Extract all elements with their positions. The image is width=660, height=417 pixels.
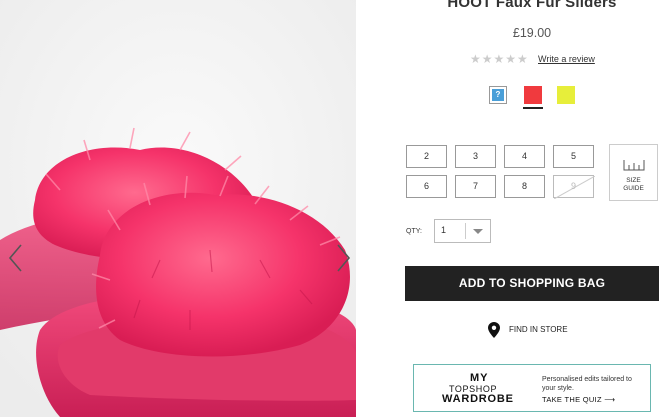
size-guide-label: SIZE GUIDE [623, 177, 644, 192]
map-pin-icon [488, 322, 500, 338]
find-in-store-label: FIND IN STORE [509, 325, 568, 334]
size-option-3[interactable]: 3 [455, 145, 496, 168]
take-quiz-link[interactable]: TAKE THE QUIZ ⟶ [542, 395, 615, 404]
size-option-7[interactable]: 7 [455, 175, 496, 198]
banner-logo-line3: WARDROBE [442, 393, 514, 405]
write-review-link[interactable]: Write a review [538, 54, 595, 64]
product-title: HOOT Faux Fur Sliders [447, 0, 617, 11]
banner-logo-line1: MY [470, 372, 489, 384]
size-option-4[interactable]: 4 [504, 145, 545, 168]
colour-swatch-unknown[interactable]: ? [489, 86, 507, 104]
size-label: 9 [570, 181, 576, 191]
quantity-label: QTY: [406, 228, 422, 235]
size-option-9-unavailable[interactable]: 9 [553, 175, 595, 199]
add-to-bag-button[interactable]: ADD TO SHOPPING BAG [405, 266, 659, 301]
colour-swatch-yellow[interactable] [557, 86, 575, 104]
size-option-2[interactable]: 2 [406, 145, 447, 168]
quantity-value: 1 [441, 225, 447, 235]
product-price: £19.00 [512, 26, 552, 40]
product-photo [0, 0, 356, 417]
chevron-down-icon [473, 229, 483, 234]
product-image-gallery [0, 0, 356, 417]
ruler-icon [623, 160, 644, 171]
banner-description: Personalised edits tailored to your styl… [542, 376, 632, 392]
size-option-8[interactable]: 8 [504, 175, 545, 198]
rating-stars: ★★★★★ [470, 52, 529, 66]
selected-swatch-indicator [523, 107, 543, 109]
chevron-left-icon[interactable] [6, 243, 26, 273]
my-wardrobe-banner[interactable]: MY TOPSHOP WARDROBE Personalised edits t… [413, 364, 651, 412]
question-mark-icon: ? [492, 89, 504, 101]
chevron-right-icon[interactable] [333, 243, 353, 273]
size-guide-button[interactable]: SIZE GUIDE [609, 144, 658, 201]
size-option-6[interactable]: 6 [406, 175, 447, 198]
quantity-select[interactable]: 1 [434, 219, 491, 243]
select-divider [465, 223, 466, 239]
size-option-5[interactable]: 5 [553, 145, 594, 168]
colour-swatch-pink[interactable] [524, 86, 542, 104]
